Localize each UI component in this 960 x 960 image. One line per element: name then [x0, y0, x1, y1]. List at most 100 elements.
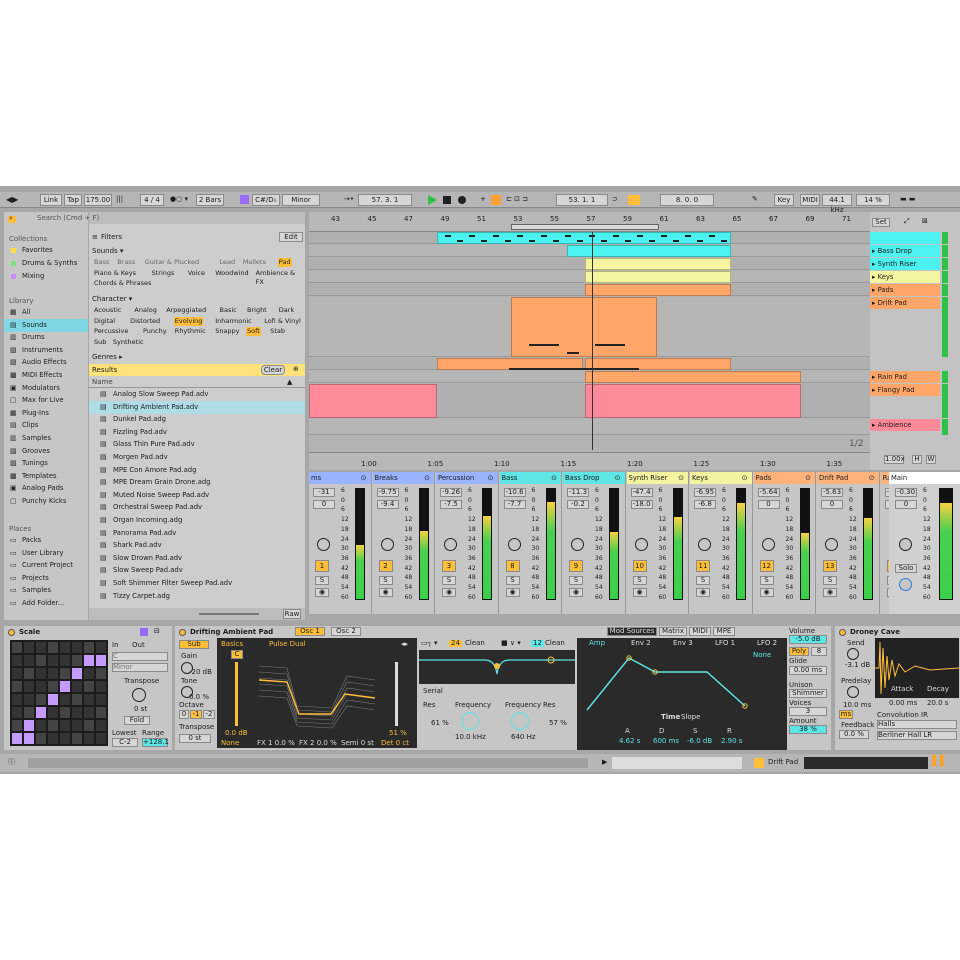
follow-icon[interactable]: →•	[344, 196, 354, 203]
scale-pad[interactable]	[60, 733, 70, 744]
filter-tag[interactable]: Dark	[278, 306, 295, 315]
track-header-6[interactable]: ▸ Flangy Pad	[870, 384, 940, 396]
pan-knob[interactable]	[634, 538, 648, 551]
set-button[interactable]: Set	[872, 218, 890, 227]
osc-mod-select[interactable]: None	[221, 740, 239, 747]
library-item-8[interactable]: ▦ Plug-Ins	[4, 407, 88, 420]
arrangement-clip[interactable]	[585, 284, 731, 296]
result-item[interactable]: ▤ Slow Sweep Pad.adv	[89, 564, 305, 577]
arrangement-clip[interactable]	[585, 384, 801, 418]
play-icon[interactable]	[428, 195, 437, 205]
record-icon[interactable]	[458, 196, 466, 204]
filter-curve-display[interactable]	[419, 650, 575, 684]
scale-pad[interactable]	[72, 707, 82, 718]
waveform-select[interactable]: Pulse Dual	[269, 641, 306, 648]
midi-note[interactable]	[625, 240, 631, 242]
raw-toggle[interactable]: Raw	[283, 609, 301, 619]
overview-icon[interactable]: ◀▶	[6, 196, 18, 204]
filter-tag[interactable]: Bass	[93, 258, 110, 267]
result-item[interactable]: ▤ Dunkel Pad.adg	[89, 413, 305, 426]
scale-pad[interactable]	[48, 681, 58, 692]
scale-pad[interactable]	[48, 720, 58, 731]
volume-value[interactable]: -5.0 dB	[789, 635, 827, 644]
filters-title[interactable]: Filters	[101, 234, 122, 241]
result-item[interactable]: ▤ Panorama Pad.adv	[89, 527, 305, 540]
env-tab-1[interactable]: Env 2	[631, 640, 651, 647]
sub-button[interactable]: Sub	[179, 640, 209, 649]
filter-tag[interactable]: Stab	[269, 327, 286, 336]
arrangement-clip[interactable]	[585, 258, 731, 270]
clear-button[interactable]: Clear	[261, 365, 285, 375]
scale-pad[interactable]	[60, 707, 70, 718]
scale-pad[interactable]	[72, 720, 82, 731]
serial-select[interactable]: Serial	[423, 688, 443, 695]
scale-pad[interactable]	[72, 694, 82, 705]
midi-note[interactable]	[567, 352, 579, 354]
main-volume[interactable]: -0.30	[895, 488, 917, 497]
scale-pad[interactable]	[12, 655, 22, 666]
result-item[interactable]: ▤ MPE Dream Grain Drone.adg	[89, 476, 305, 489]
pan-value[interactable]: -18.0	[630, 500, 653, 509]
scale-pad[interactable]	[12, 681, 22, 692]
filter-tag[interactable]: Ambience & FX	[255, 269, 303, 286]
key-map-button[interactable]: Key	[774, 194, 794, 206]
pan-knob[interactable]	[444, 538, 457, 551]
record-arm-icon[interactable]: ◉	[823, 588, 837, 597]
preview-waveform[interactable]: Raw	[89, 608, 305, 620]
midi-note[interactable]	[697, 240, 703, 242]
pan-value[interactable]: 0	[757, 500, 780, 509]
volume-value[interactable]: -47.4	[630, 488, 653, 497]
loop-tools-icon[interactable]: ⊏ ⊡ ⊐	[506, 196, 528, 203]
filter-tag[interactable]: Synthetic	[112, 338, 145, 347]
scale-pad[interactable]	[96, 642, 106, 653]
filter-tag[interactable]: Guitar & Plucked	[144, 258, 200, 267]
cue-knob[interactable]	[899, 578, 912, 591]
send-value[interactable]: -3.1 dB	[845, 662, 870, 669]
nudge-icon[interactable]: |||	[116, 196, 123, 203]
fx2-value[interactable]: FX 2 0.0 %	[299, 740, 337, 747]
ir-category[interactable]: Halls	[877, 720, 957, 729]
place-item-3[interactable]: ▭ Projects	[4, 572, 88, 585]
scale-grid[interactable]	[10, 640, 108, 746]
scale-pad[interactable]	[12, 707, 22, 718]
solo-button[interactable]: S	[442, 576, 456, 585]
filter1-slope[interactable]: 24	[449, 640, 462, 647]
channel-arm-icon[interactable]: ⊙	[805, 475, 811, 482]
result-item[interactable]: ▤ Muted Noise Sweep Pad.adv	[89, 489, 305, 502]
scale-select[interactable]: Minor	[282, 194, 320, 206]
scale-pad[interactable]	[84, 681, 94, 692]
scale-pad[interactable]	[72, 642, 82, 653]
lock-icon[interactable]: ⊠	[922, 218, 928, 225]
sort-icon[interactable]: ▲	[287, 379, 292, 386]
main-channel-name[interactable]: Main	[889, 472, 960, 484]
scale-pad[interactable]	[12, 733, 22, 744]
result-item[interactable]: ▤ MPE Con Amore Pad.adg	[89, 464, 305, 477]
scale-pad[interactable]	[72, 668, 82, 679]
device-on-icon[interactable]	[179, 629, 186, 636]
track-number[interactable]: 13	[823, 560, 837, 572]
library-item-13[interactable]: ▩ Templates	[4, 470, 88, 483]
osc-level-slider[interactable]	[235, 662, 238, 726]
scale-pad[interactable]	[12, 668, 22, 679]
filter-tag[interactable]: Bright	[246, 306, 268, 315]
scale-pad[interactable]	[24, 668, 34, 679]
filter1-type-icon[interactable]: ▭┐ ▾	[421, 640, 438, 647]
scale-pad[interactable]	[24, 642, 34, 653]
device-close-icon[interactable]: ⊟	[154, 628, 160, 635]
scale-pad[interactable]	[36, 642, 46, 653]
tempo-field[interactable]: 175.00	[84, 194, 112, 206]
channel-arm-icon[interactable]: ⊙	[361, 475, 367, 482]
arrangement-clip[interactable]	[437, 232, 731, 244]
pan-knob[interactable]	[380, 538, 394, 551]
filter-tag[interactable]: Digital	[93, 317, 116, 326]
scale-pad[interactable]	[96, 694, 106, 705]
scale-pad[interactable]	[24, 655, 34, 666]
scale-pad[interactable]	[36, 681, 46, 692]
scale-pad[interactable]	[48, 707, 58, 718]
record-arm-icon[interactable]: ◉	[632, 588, 647, 597]
place-item-2[interactable]: ▭ Current Project	[4, 559, 88, 572]
pan-value[interactable]: -7.7	[503, 500, 526, 509]
scale-pad[interactable]	[60, 642, 70, 653]
scale-pad[interactable]	[12, 642, 22, 653]
midi-note[interactable]	[613, 235, 619, 237]
